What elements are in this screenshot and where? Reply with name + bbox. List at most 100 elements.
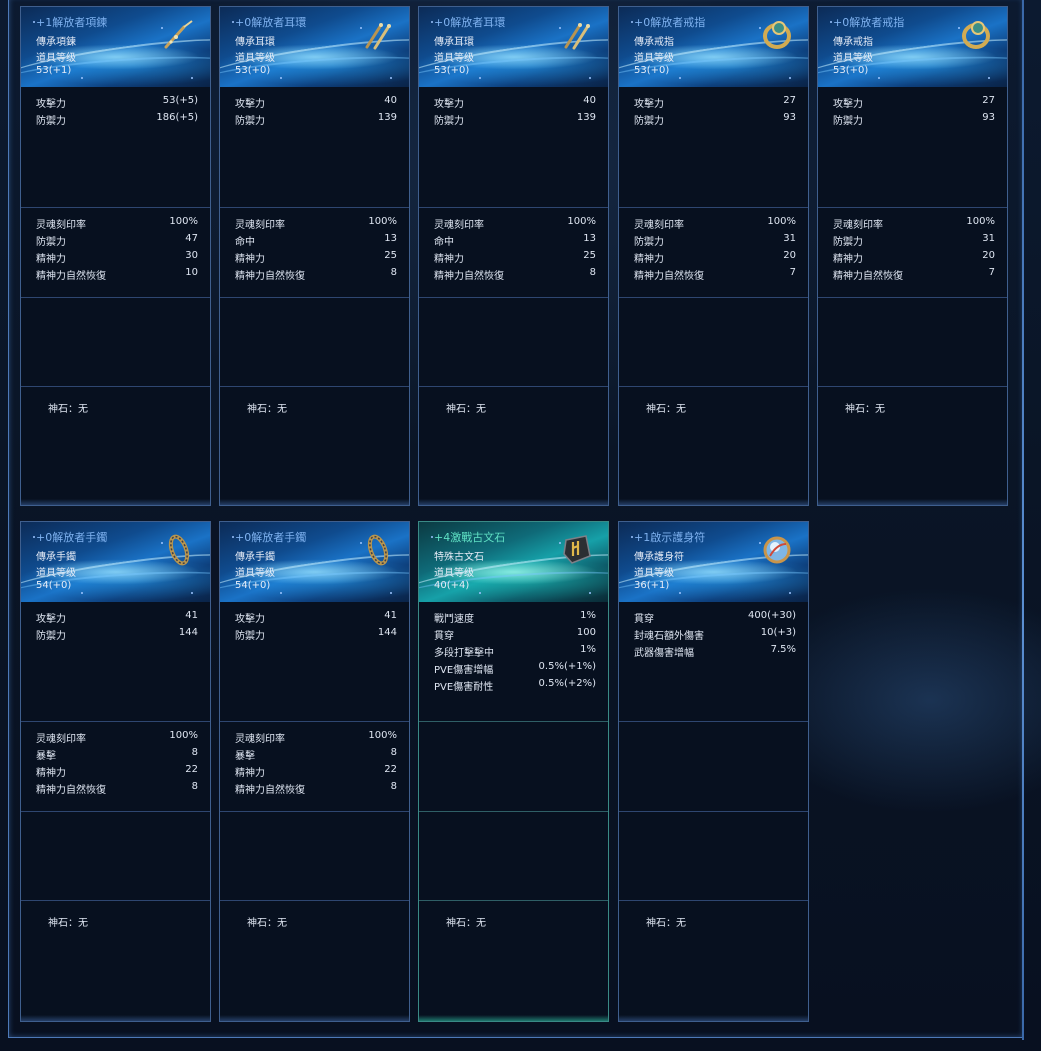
equipment-card[interactable]: +0解放者耳環 傳承耳環 道具等级 53(+0) 攻擊力 40 防禦力 139 灵魂刻印率 100… (418, 6, 609, 506)
stat-name: 貫穿 (434, 631, 454, 642)
card-bottom-glow (419, 1015, 608, 1021)
godstone-status: 神石：无 (845, 400, 885, 415)
stat-row: 攻擊力 53(+5) (21, 93, 210, 110)
stat-row: 防禦力 31 (619, 231, 808, 248)
equipment-card[interactable]: +1啟示護身符 傳承護身符 道具等级 36(+1) 貫穿 400(+30) 封魂石額外傷害 1… (618, 521, 809, 1022)
stat-value: 8 (390, 747, 397, 758)
empty-section (619, 811, 808, 901)
equipment-card[interactable]: +4激戰古文石 特殊古文石 道具等级 40(+4) 戰鬥速度 1% 貫穿 100 多段打擊擊中 1… (418, 521, 609, 1022)
sparkle (631, 21, 633, 23)
necklace-icon (162, 17, 196, 51)
stat-name: 防禦力 (634, 237, 664, 248)
stat-row: 灵魂刻印率 100% (220, 728, 409, 745)
stat-value: 93 (783, 112, 796, 123)
stat-row: 防禦力 186(+5) (21, 110, 210, 127)
stat-value: 27 (783, 95, 796, 106)
soul-stats-section: 灵魂刻印率 100% 命中 13 精神力 25 精神力自然恢復 8 (419, 208, 608, 298)
stat-name: 精神力 (634, 254, 664, 265)
card-header: +1解放者項鍊 傳承項鍊 道具等级 53(+1) (21, 7, 210, 87)
item-name: +1啟示護身符 (634, 531, 706, 544)
item-type: 傳承耳環 (235, 37, 275, 48)
stat-value: 100% (169, 216, 198, 227)
sparkle (431, 21, 433, 23)
stat-row: 命中 13 (220, 231, 409, 248)
item-level: 53(+0) (434, 65, 470, 76)
stat-name: 命中 (434, 237, 454, 248)
equipment-card[interactable]: +1解放者項鍊 傳承項鍊 道具等级 53(+1) 攻擊力 53(+5) 防禦力 186(+5)… (20, 6, 211, 506)
item-level: 54(+0) (235, 580, 271, 591)
earring-icon-svg (365, 23, 391, 50)
rune-stone-icon (560, 532, 594, 566)
godstone-value: 无 (78, 404, 88, 415)
stat-row: 攻擊力 41 (21, 608, 210, 625)
stat-value: 400(+30) (748, 610, 796, 621)
godstone-status: 神石：无 (247, 400, 287, 415)
stat-row: 防禦力 139 (419, 110, 608, 127)
sparkle (232, 21, 234, 23)
stat-row: 命中 13 (419, 231, 608, 248)
base-stats-section: 攻擊力 27 防禦力 93 (619, 87, 808, 208)
item-level-label: 道具等级 (833, 53, 873, 64)
stat-value: 20 (982, 250, 995, 261)
card-header: +0解放者耳環 傳承耳環 道具等级 53(+0) (220, 7, 409, 87)
empty-section (21, 811, 210, 901)
item-type: 特殊古文石 (434, 552, 484, 563)
godstone-label: 神石： (48, 918, 78, 929)
stat-row: 精神力自然恢復 8 (21, 779, 210, 796)
item-level: 53(+1) (36, 65, 72, 76)
stat-value: 100 (576, 627, 596, 638)
sparkle (679, 77, 681, 79)
stat-name: 灵魂刻印率 (434, 220, 484, 231)
item-type: 傳承手鐲 (235, 552, 275, 563)
card-bottom-glow (419, 499, 608, 505)
stat-name: 精神力自然恢復 (634, 271, 704, 282)
stat-name: 多段打擊擊中 (434, 648, 494, 659)
stat-value: 20 (783, 250, 796, 261)
stat-row: 防禦力 144 (21, 625, 210, 642)
stat-row: 灵魂刻印率 100% (619, 214, 808, 231)
equipment-card[interactable]: +0解放者耳環 傳承耳環 道具等级 53(+0) 攻擊力 40 防禦力 139 灵魂刻印率 100… (219, 6, 410, 506)
stat-name: 灵魂刻印率 (833, 220, 883, 231)
godstone-value: 无 (277, 404, 287, 415)
item-level-label: 道具等级 (434, 568, 474, 579)
item-name: +0解放者耳環 (434, 16, 506, 29)
item-level-label: 道具等级 (36, 53, 76, 64)
base-stats-section: 攻擊力 27 防禦力 93 (818, 87, 1007, 208)
stat-name: 精神力自然恢復 (235, 785, 305, 796)
stat-value: 100% (368, 216, 397, 227)
soul-stats-section: 灵魂刻印率 100% 命中 13 精神力 25 精神力自然恢復 8 (220, 208, 409, 298)
equipment-card[interactable]: +0解放者手鐲 傳承手鐲 道具等级 54(+0) 攻擊力 41 防禦力 144 灵魂刻印率 100… (20, 521, 211, 1022)
stat-value: 7 (988, 267, 995, 278)
equipment-card[interactable]: +0解放者手鐲 傳承手鐲 道具等级 54(+0) 攻擊力 41 防禦力 144 灵魂刻印率 100… (219, 521, 410, 1022)
empty-section (419, 811, 608, 901)
godstone-label: 神石： (247, 918, 277, 929)
empty-section (818, 297, 1007, 387)
stat-name: 灵魂刻印率 (36, 734, 86, 745)
godstone-value: 无 (78, 918, 88, 929)
card-header: +0解放者戒指 傳承戒指 道具等级 53(+0) (619, 7, 808, 87)
godstone-label: 神石： (247, 404, 277, 415)
item-type: 傳承戒指 (634, 37, 674, 48)
equipment-card[interactable]: +0解放者戒指 傳承戒指 道具等级 53(+0) 攻擊力 27 防禦力 93 灵魂刻印率 100%… (618, 6, 809, 506)
card-bottom-glow (21, 1015, 210, 1021)
stat-row: 精神力自然恢復 8 (220, 265, 409, 282)
item-level: 36(+1) (634, 580, 670, 591)
item-level-label: 道具等级 (235, 53, 275, 64)
equipment-card[interactable]: +0解放者戒指 傳承戒指 道具等级 53(+0) 攻擊力 27 防禦力 93 灵魂刻印率 100%… (817, 6, 1008, 506)
stat-value: 100% (966, 216, 995, 227)
stat-row: 防禦力 144 (220, 625, 409, 642)
stat-row: 灵魂刻印率 100% (21, 728, 210, 745)
stat-row: 精神力自然恢復 8 (220, 779, 409, 796)
stats-padding (419, 722, 608, 728)
godstone-status: 神石：无 (646, 400, 686, 415)
item-level: 53(+0) (634, 65, 670, 76)
item-level: 53(+0) (833, 65, 869, 76)
stat-value: 22 (384, 764, 397, 775)
stat-name: 攻擊力 (235, 99, 265, 110)
soul-stats-section: 灵魂刻印率 100% 防禦力 31 精神力 20 精神力自然恢復 7 (818, 208, 1007, 298)
stat-value: 100% (767, 216, 796, 227)
empty-section (21, 297, 210, 387)
item-name: +0解放者戒指 (833, 16, 905, 29)
stat-name: PVE傷害耐性 (434, 682, 494, 693)
stat-name: 封魂石額外傷害 (634, 631, 704, 642)
